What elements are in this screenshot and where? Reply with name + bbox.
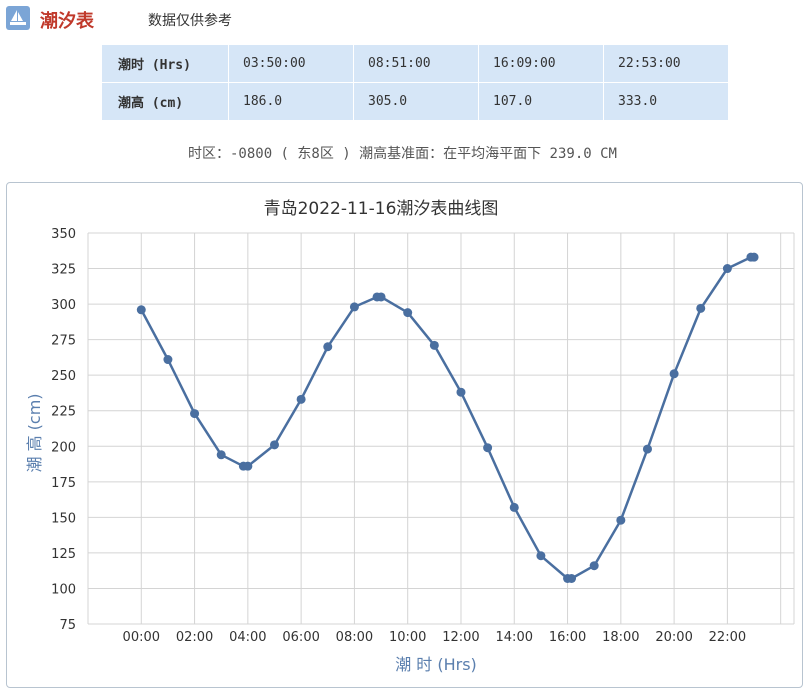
- x-tick-label: 12:00: [442, 630, 479, 645]
- data-point: [669, 369, 679, 379]
- chart-title: 青岛2022-11-16潮汐表曲线图: [264, 199, 499, 219]
- data-point: [323, 342, 333, 352]
- data-point: [269, 440, 279, 450]
- data-point: [190, 409, 200, 419]
- data-point: [216, 450, 226, 460]
- y-tick-label: 100: [51, 582, 76, 597]
- y-tick-label: 150: [51, 511, 76, 526]
- data-point: [483, 443, 493, 453]
- x-tick-label: 02:00: [176, 630, 213, 645]
- data-point: [403, 308, 413, 318]
- data-point: [243, 461, 253, 471]
- x-tick-label: 06:00: [282, 630, 319, 645]
- x-tick-label: 18:00: [602, 630, 639, 645]
- y-tick-label: 200: [51, 440, 76, 455]
- x-tick-label: 14:00: [496, 630, 533, 645]
- x-tick-label: 10:00: [389, 630, 426, 645]
- x-tick-label: 16:00: [549, 630, 586, 645]
- tide-chart: 青岛2022-11-16潮汐表曲线图 潮 时 (Hrs) 潮 高 (cm) 75…: [25, 199, 795, 674]
- y-tick-label: 75: [59, 618, 76, 633]
- x-axis-label: 潮 时 (Hrs): [395, 655, 477, 674]
- series-line: [140, 255, 754, 580]
- y-tick-label: 250: [51, 369, 76, 384]
- axis-ticks: 75 100 125 150 175 200 225 250 275 300 325 350 00:00…: [51, 227, 746, 645]
- y-tick-label: 125: [51, 547, 76, 562]
- data-point: [567, 574, 577, 584]
- data-point: [349, 302, 359, 312]
- data-point: [509, 502, 519, 512]
- data-point: [749, 252, 759, 262]
- series-points: [136, 252, 759, 584]
- data-point: [696, 303, 706, 313]
- data-point: [376, 292, 386, 302]
- x-tick-label: 00:00: [123, 630, 160, 645]
- y-tick-label: 350: [51, 227, 76, 242]
- data-point: [616, 515, 626, 525]
- data-point: [456, 387, 466, 397]
- data-point: [642, 444, 652, 454]
- y-tick-label: 300: [51, 298, 76, 313]
- y-tick-label: 225: [51, 405, 76, 420]
- x-tick-label: 04:00: [229, 630, 266, 645]
- data-point: [163, 355, 173, 365]
- y-tick-label: 325: [51, 263, 76, 278]
- y-axis-label: 潮 高 (cm): [25, 393, 44, 472]
- tide-line: [140, 255, 754, 580]
- grid: [87, 232, 795, 625]
- data-point: [589, 561, 599, 571]
- data-point: [136, 305, 146, 315]
- y-tick-label: 175: [51, 476, 76, 491]
- data-point: [296, 394, 306, 404]
- x-tick-label: 22:00: [709, 630, 746, 645]
- data-point: [722, 264, 732, 274]
- y-tick-label: 275: [51, 334, 76, 349]
- x-tick-label: 08:00: [336, 630, 373, 645]
- x-tick-label: 20:00: [655, 630, 692, 645]
- data-point: [536, 551, 546, 561]
- data-point: [429, 340, 439, 350]
